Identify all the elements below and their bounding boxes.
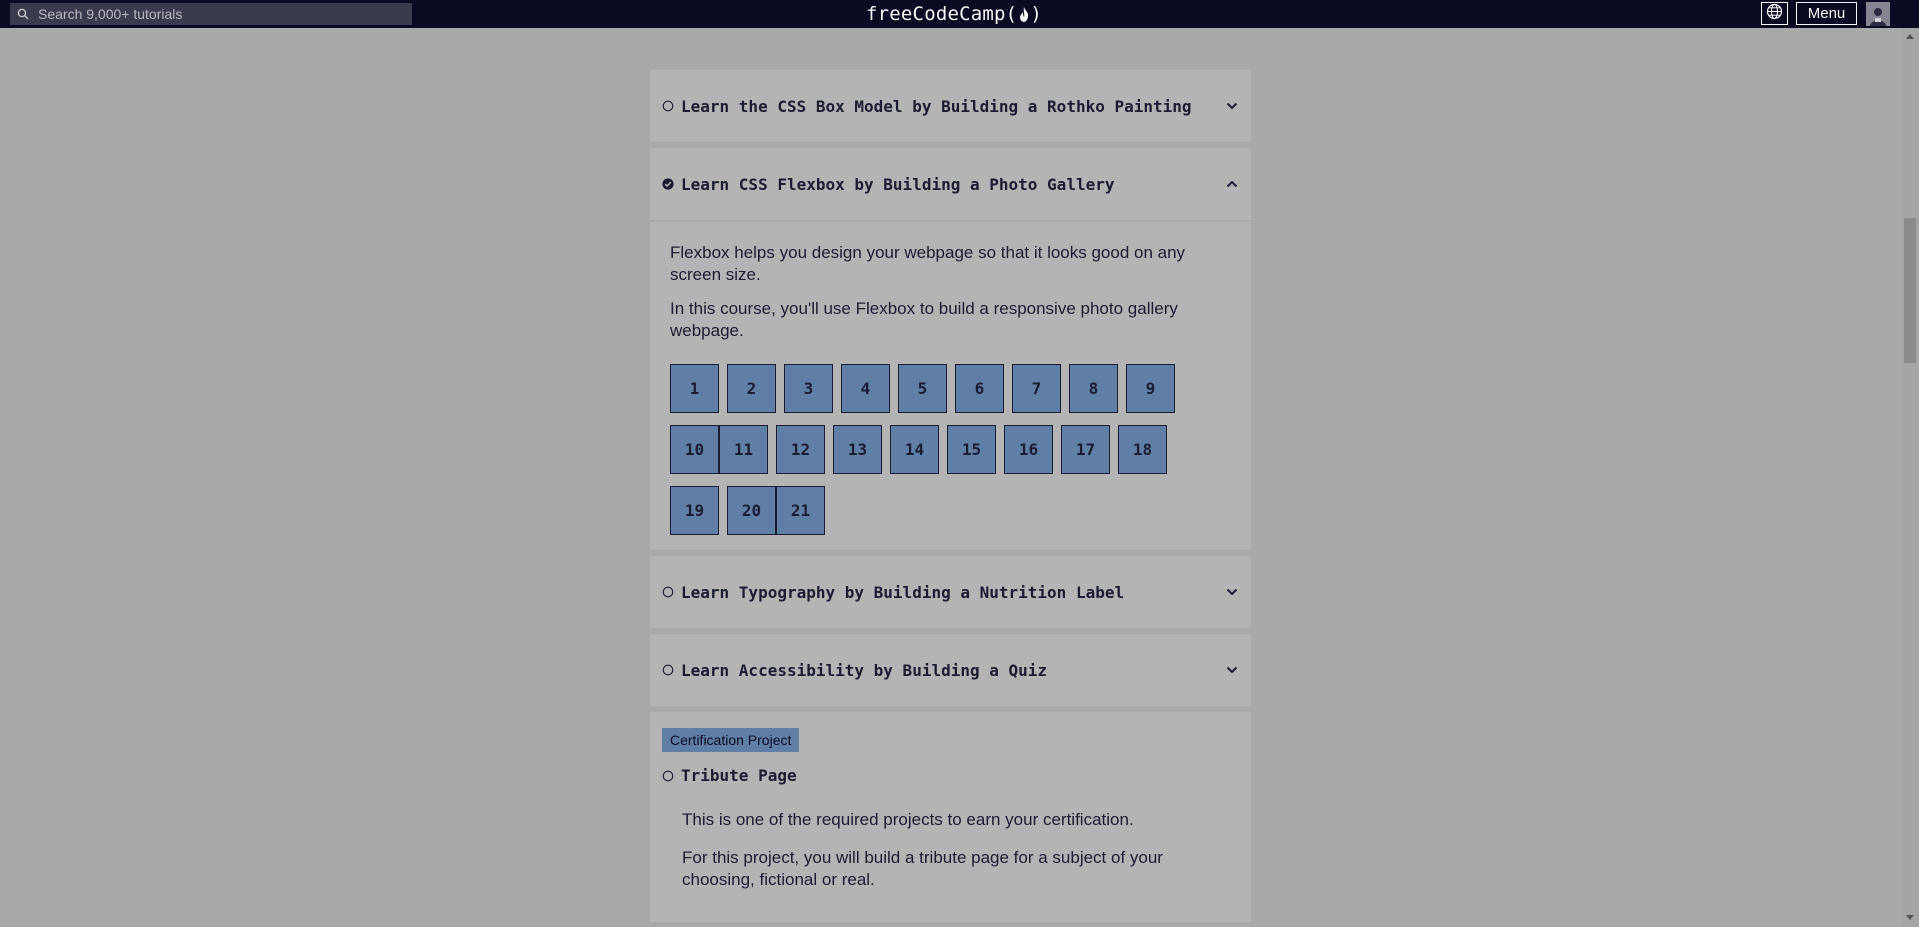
scrollbar-thumb[interactable] [1904,218,1916,363]
course-block-title: Learn CSS Flexbox by Building a Photo Ga… [681,174,1115,194]
step-button[interactable]: 4 [841,364,890,413]
course-block-toggle[interactable]: Learn Accessibility by Building a Quiz [650,634,1251,706]
cert-description-text: This is one of the required projects to … [682,810,1134,829]
step-grid: 1 2 3 4 5 6 7 8 9 10 11 12 13 14 15 16 1… [670,364,1230,547]
course-block-title: Learn Accessibility by Building a Quiz [681,660,1048,680]
search-input[interactable] [36,3,406,25]
freecodecamp-logo[interactable]: freeCodeCamp( ) [866,0,1042,28]
step-button[interactable]: 10 [670,425,719,474]
course-description: Flexbox helps you design your webpage so… [670,243,1186,284]
flame-icon [1018,6,1030,23]
step-button[interactable]: 17 [1061,425,1110,474]
step-button[interactable]: 3 [784,364,833,413]
search-icon [10,3,36,25]
page-scrollbar[interactable] [1902,28,1919,927]
user-avatar-icon[interactable] [1866,2,1890,26]
language-button[interactable] [1761,2,1788,25]
cert-project-title: Tribute Page [681,766,797,785]
step-button[interactable]: 19 [670,486,719,535]
curriculum-column: Learn the CSS Box Model by Building a Ro… [650,70,1251,922]
step-button[interactable]: 2 [727,364,776,413]
cert-project-description: This is one of the required projects to … [662,785,1239,891]
step-button[interactable]: 18 [1118,425,1167,474]
step-button[interactable]: 12 [776,425,825,474]
step-button[interactable]: 1 [670,364,719,413]
top-navbar: freeCodeCamp( ) Menu [0,0,1919,28]
check-circle-icon [662,178,674,190]
step-button[interactable]: 9 [1126,364,1175,413]
empty-circle-icon [662,664,674,676]
scroll-down-icon[interactable] [1904,912,1916,924]
step-button[interactable]: 7 [1012,364,1061,413]
step-button[interactable]: 16 [1004,425,1053,474]
chevron-up-icon [1225,177,1239,191]
course-block-title: Learn Typography by Building a Nutrition… [681,582,1125,602]
cert-description-text: For this project, you will build a tribu… [682,848,1163,889]
step-button[interactable]: 6 [955,364,1004,413]
chevron-down-icon [1225,585,1239,599]
course-block-toggle[interactable]: Learn Typography by Building a Nutrition… [650,556,1251,628]
step-button[interactable]: 15 [947,425,996,474]
menu-button[interactable]: Menu [1796,2,1857,25]
search-bar[interactable] [10,3,412,25]
course-block: Learn Accessibility by Building a Quiz [650,634,1251,706]
course-block-title: Learn the CSS Box Model by Building a Ro… [681,96,1192,116]
logo-text: freeCodeCamp( [866,3,1018,25]
empty-circle-icon [662,586,674,598]
course-block: Learn CSS Flexbox by Building a Photo Ga… [650,148,1251,550]
certification-badge: Certification Project [662,728,800,752]
chevron-down-icon [1225,663,1239,677]
course-block: Learn the CSS Box Model by Building a Ro… [650,70,1251,142]
step-button[interactable]: 13 [833,425,882,474]
certification-project-block: Certification Project Tribute Page This … [650,712,1251,922]
logo-text-end: ) [1030,3,1042,25]
step-button[interactable]: 5 [898,364,947,413]
course-block-body: Flexbox helps you design your webpage so… [650,220,1251,550]
course-block: Learn Typography by Building a Nutrition… [650,556,1251,628]
step-button[interactable]: 21 [776,486,825,535]
chevron-down-icon [1225,99,1239,113]
course-block-toggle[interactable]: Learn the CSS Box Model by Building a Ro… [650,70,1251,142]
scroll-up-icon[interactable] [1904,30,1916,42]
globe-icon [1766,3,1783,25]
step-button[interactable]: 14 [890,425,939,474]
step-button[interactable]: 8 [1069,364,1118,413]
empty-circle-icon [662,100,674,112]
empty-circle-icon [662,770,674,782]
step-button[interactable]: 20 [727,486,776,535]
course-block-toggle[interactable]: Learn CSS Flexbox by Building a Photo Ga… [650,148,1251,220]
cert-project-link[interactable]: Tribute Page [662,766,1239,785]
course-description: In this course, you'll use Flexbox to bu… [670,299,1178,340]
step-button[interactable]: 11 [719,425,768,474]
